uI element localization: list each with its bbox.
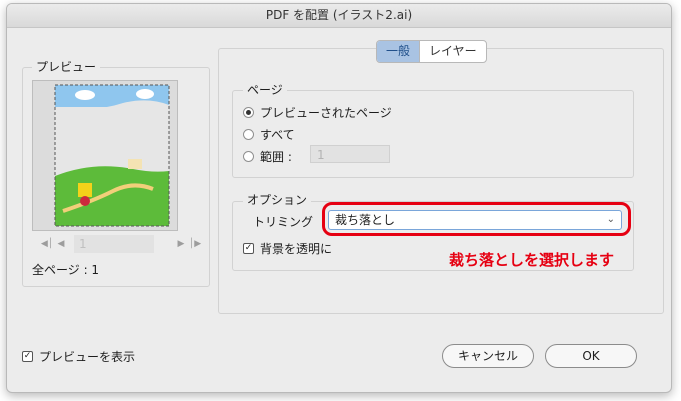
first-page-icon[interactable]: ◀│ [40,239,54,249]
show-preview-checkbox[interactable]: ✓ プレビューを表示 [22,348,135,365]
annotation-text: 裁ち落としを選択します [449,251,615,269]
radio-all[interactable]: すべて [243,126,295,143]
page-number-field[interactable]: 1 [74,235,154,253]
highlight-annotation-box [322,202,631,236]
options-legend: オプション [243,193,312,207]
tab-bar: 一般 レイヤー [376,40,487,63]
radio-button[interactable] [243,129,254,140]
prev-page-icon[interactable]: ◀ [54,239,68,249]
transparent-bg-label: 背景を透明に [260,242,333,256]
radio-preview-page[interactable]: プレビューされたページ [243,104,392,121]
radio-range-label: 範囲 : [260,150,292,164]
radio-all-label: すべて [260,128,295,142]
range-input[interactable]: 1 [310,145,390,163]
ok-button[interactable]: OK [545,344,637,368]
page-count-text: 全ページ : 1 [32,263,100,277]
page-legend: ページ [243,83,287,97]
window-title: PDF を配置 (イラスト2.ai) [7,4,671,28]
tab-layers[interactable]: レイヤー [419,41,486,62]
last-page-icon[interactable]: │▶ [188,239,202,249]
radio-button[interactable] [243,151,254,162]
next-page-icon[interactable]: ▶ [174,239,188,249]
trim-label: トリミング [253,215,314,229]
radio-range[interactable]: 範囲 : [243,148,292,165]
place-pdf-dialog: PDF を配置 (イラスト2.ai) プレビュー ◀│ ◀ 1 ▶ │▶ 全ペー… [6,3,672,393]
cancel-button[interactable]: キャンセル [442,344,534,368]
checkbox-checked-icon[interactable]: ✓ [22,351,33,362]
transparent-bg-checkbox[interactable]: ✓ 背景を透明に [243,240,332,257]
page-navigator: ◀│ ◀ 1 ▶ │▶ [40,235,202,253]
preview-image [32,80,178,231]
radio-preview-page-label: プレビューされたページ [260,106,392,120]
preview-illustration [33,81,177,230]
tab-general[interactable]: 一般 [377,41,420,62]
checkbox-checked-icon[interactable]: ✓ [243,243,254,254]
radio-button-selected[interactable] [243,107,254,118]
show-preview-label: プレビューを表示 [39,350,136,364]
preview-legend: プレビュー [32,60,101,74]
